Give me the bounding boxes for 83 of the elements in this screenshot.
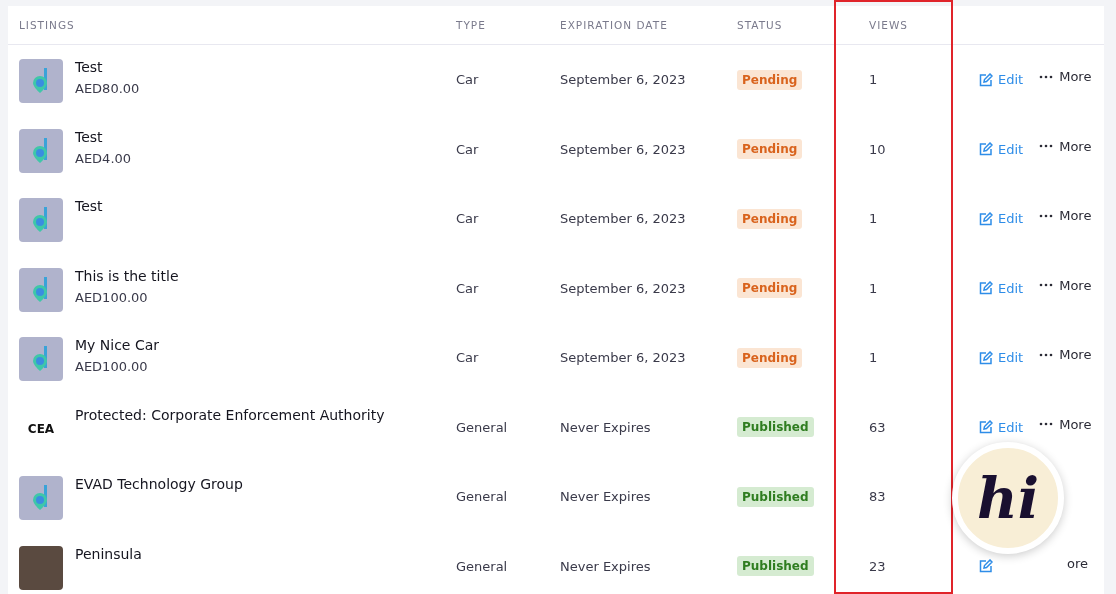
edit-link[interactable]: Edit xyxy=(979,280,1024,296)
edit-icon xyxy=(979,350,993,365)
expiration-cell-text: September 6, 2023 xyxy=(560,280,687,296)
views-cell-text: 1 xyxy=(869,350,879,366)
more-link[interactable]: ore xyxy=(1067,555,1088,571)
edit-icon xyxy=(979,211,993,226)
listing-title: Test xyxy=(75,59,104,75)
views-cell-text: 1 xyxy=(869,280,879,296)
edit-link[interactable]: Edit xyxy=(979,141,1024,157)
logo-text: CEA xyxy=(27,421,55,436)
ellipsis-icon xyxy=(1039,144,1054,149)
edit-link[interactable]: Edit xyxy=(979,350,1024,366)
expiration-cell-text: Never Expires xyxy=(560,419,652,435)
photo-placeholder xyxy=(19,545,63,590)
type-cell-text: General xyxy=(456,558,509,574)
type-cell-text: General xyxy=(456,419,509,435)
views-cell-text: 23 xyxy=(869,558,887,574)
type-cell-text: Car xyxy=(456,72,480,88)
type-cell-text: Car xyxy=(456,211,480,227)
listing-title: Protected: Corporate Enforcement Authority xyxy=(75,406,385,423)
type-cell-text: Car xyxy=(456,141,480,157)
edit-icon xyxy=(979,559,993,574)
status-badge: Pending xyxy=(737,278,803,299)
edit-link[interactable]: Edit xyxy=(979,419,1024,435)
edit-icon xyxy=(979,420,993,435)
column-header: VIEWS xyxy=(869,19,908,31)
pin-letter-icon xyxy=(32,485,50,511)
views-cell-text: 1 xyxy=(869,211,879,227)
type-cell-text: Car xyxy=(456,350,480,366)
listing-title: My Nice Car xyxy=(75,337,160,353)
status-badge: Pending xyxy=(737,139,803,160)
ellipsis-icon xyxy=(1039,74,1054,79)
status-badge: Pending xyxy=(737,69,803,90)
more-link[interactable]: More xyxy=(1039,208,1092,224)
column-header: EXPIRATION DATE xyxy=(560,19,668,31)
type-cell-text: Car xyxy=(456,280,480,296)
more-link[interactable]: More xyxy=(1039,138,1092,154)
listing-price: AED80.00 xyxy=(75,81,140,96)
more-link[interactable]: More xyxy=(1039,277,1092,293)
status-badge: Published xyxy=(737,486,814,507)
more-link[interactable]: More xyxy=(1039,69,1092,85)
listing-title: Test xyxy=(75,198,103,214)
column-header: LISTINGS xyxy=(19,19,75,31)
listing-price: AED4.00 xyxy=(75,150,132,166)
listing-title: EVAD Technology Group xyxy=(75,476,243,492)
status-badge: Pending xyxy=(737,347,803,368)
pin-letter-icon xyxy=(32,137,50,164)
views-cell-text: 10 xyxy=(869,141,887,157)
listing-title: This is the title xyxy=(75,267,179,284)
expiration-cell-text: September 6, 2023 xyxy=(560,350,687,366)
pin-letter-icon xyxy=(32,276,50,303)
edit-icon xyxy=(979,281,993,296)
ellipsis-icon xyxy=(1039,213,1054,218)
edit-icon xyxy=(979,72,993,87)
column-header: STATUS xyxy=(737,19,783,31)
ellipsis-icon xyxy=(1039,352,1054,357)
more-link[interactable]: More xyxy=(1039,416,1092,432)
edit-link[interactable]: Edit xyxy=(979,72,1024,88)
ellipsis-icon xyxy=(1039,283,1054,288)
pin-letter-icon xyxy=(32,68,50,94)
expiration-cell-text: Never Expires xyxy=(560,558,652,574)
status-badge: Published xyxy=(737,417,814,438)
expiration-cell-text: Never Expires xyxy=(560,489,652,505)
listing-price: AED100.00 xyxy=(75,289,149,305)
expiration-cell-text: September 6, 2023 xyxy=(560,211,687,227)
expiration-cell-text: September 6, 2023 xyxy=(560,141,687,157)
listing-title: Peninsula xyxy=(75,545,142,562)
listing-title: Test xyxy=(75,128,104,145)
edit-icon xyxy=(979,142,993,157)
pin-letter-icon xyxy=(32,346,50,372)
views-cell-text: 63 xyxy=(869,419,887,435)
status-badge: Published xyxy=(737,556,814,577)
column-header: TYPE xyxy=(456,19,486,31)
listing-price: AED100.00 xyxy=(75,359,149,374)
type-cell-text: General xyxy=(456,489,509,505)
views-cell-text: 83 xyxy=(869,489,887,505)
ellipsis-icon xyxy=(1039,422,1054,427)
status-badge: Pending xyxy=(737,208,803,229)
edit-link[interactable]: Edit xyxy=(979,211,1024,227)
views-cell-text: 1 xyxy=(869,72,879,88)
pin-letter-icon xyxy=(32,207,50,233)
expiration-cell-text: September 6, 2023 xyxy=(560,72,687,88)
more-link[interactable]: More xyxy=(1039,347,1092,363)
